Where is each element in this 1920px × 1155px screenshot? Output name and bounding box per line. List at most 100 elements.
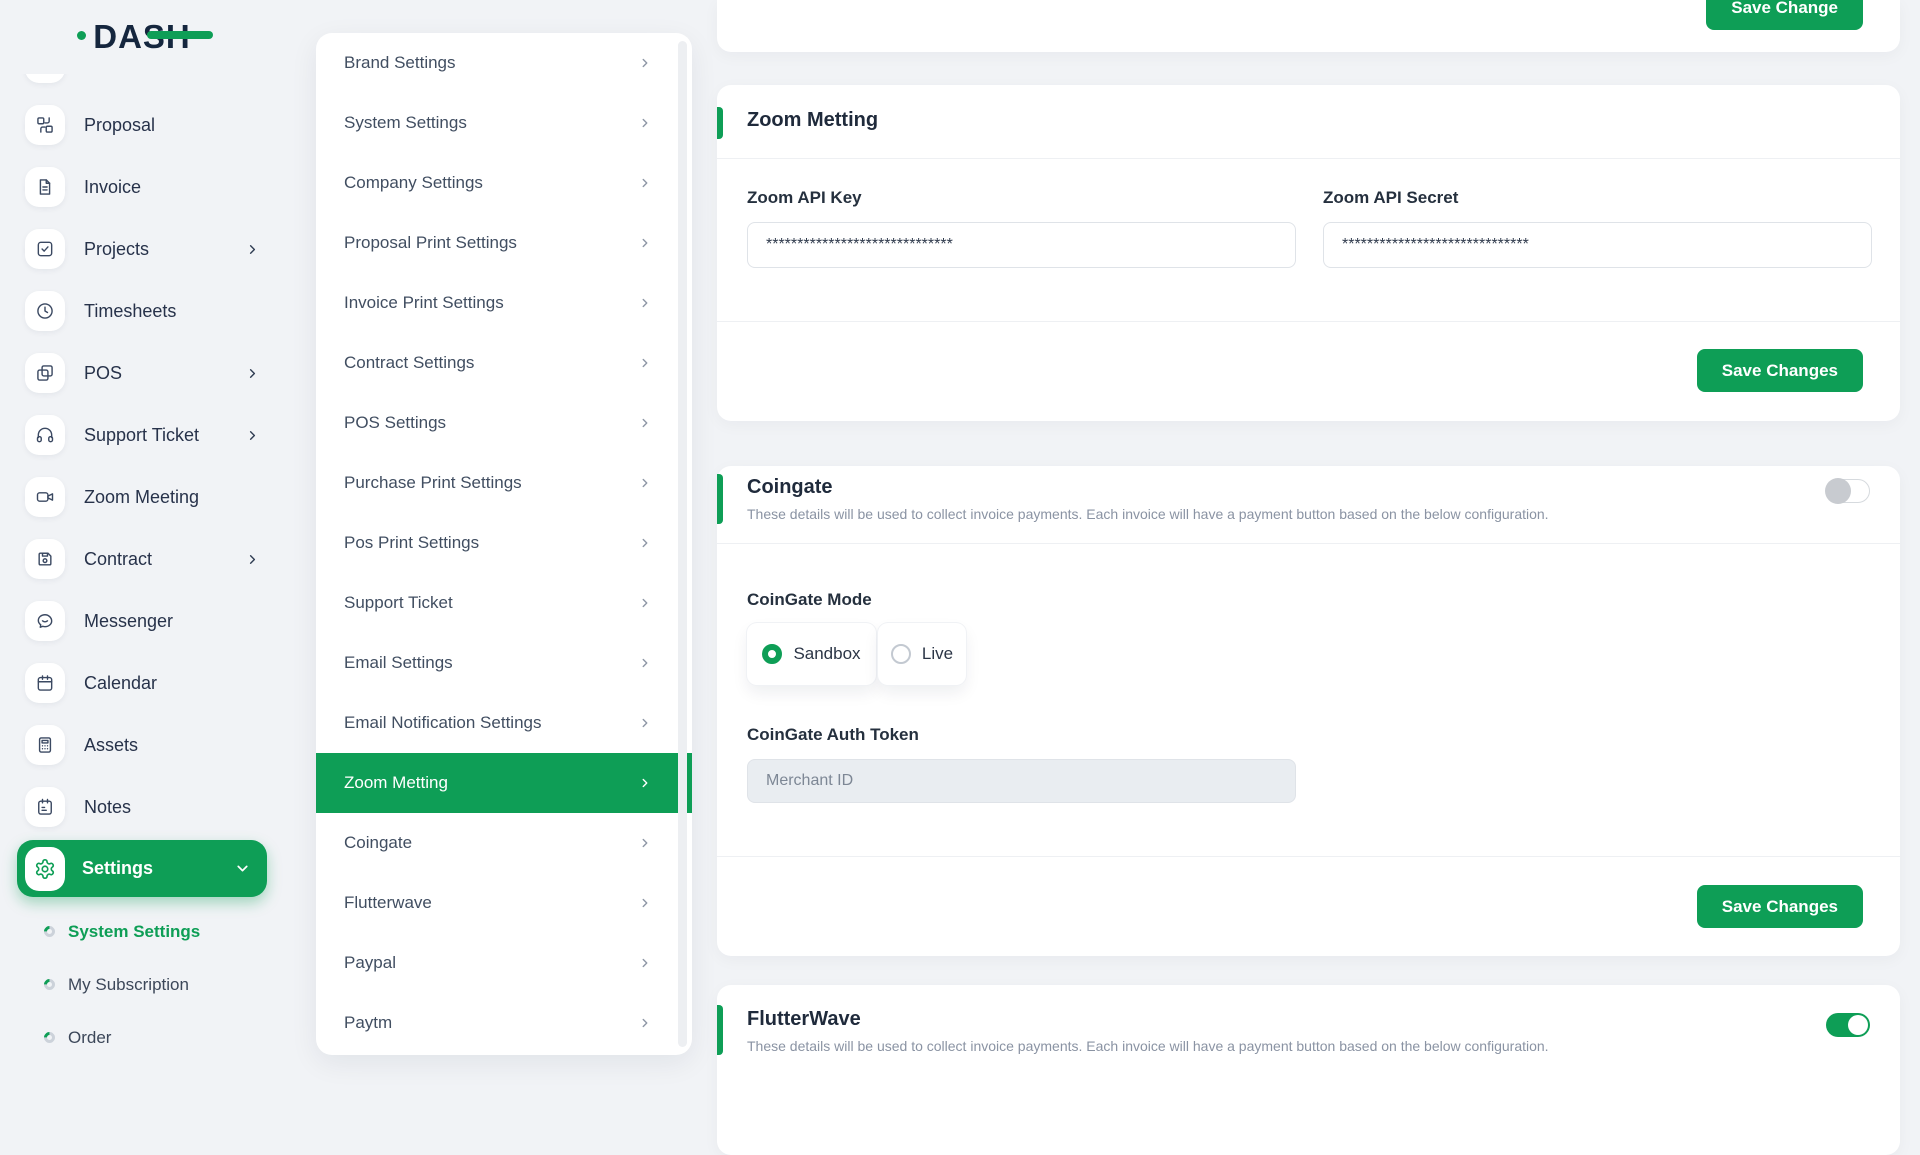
settings-menu-item-support-ticket[interactable]: Support Ticket [316, 573, 692, 633]
divider [717, 543, 1900, 544]
calendar-icon [25, 663, 65, 703]
accent-bar [717, 474, 723, 524]
flutterwave-card: FlutterWave These details will be used t… [717, 985, 1900, 1155]
chevron-right-icon [245, 428, 260, 443]
card-title: Zoom Metting [747, 109, 878, 132]
radio-label: Live [922, 644, 953, 664]
sidebar-item-label: Contract [84, 549, 245, 570]
radio-unselected-icon [891, 644, 911, 664]
headphones-icon [25, 415, 65, 455]
accent-bar [717, 107, 723, 139]
settings-menu-item-label: Email Settings [344, 653, 453, 673]
sidebar-item-notes[interactable]: Notes [0, 776, 284, 838]
sidebar-item-projects[interactable]: Projects [0, 218, 284, 280]
card-description: These details will be used to collect in… [747, 1038, 1549, 1054]
settings-menu-scrollbar[interactable] [678, 41, 687, 1047]
settings-menu-item-brand-settings[interactable]: Brand Settings [316, 33, 692, 93]
coingate-mode-sandbox-option[interactable]: Sandbox [747, 623, 876, 685]
logo-dot-icon [77, 31, 86, 40]
sidebar-item-contract[interactable]: Contract [0, 528, 284, 590]
divider [717, 321, 1900, 322]
workflow-icon [25, 105, 65, 145]
sidebar-item-label: POS [84, 363, 245, 384]
settings-menu-item-label: Company Settings [344, 173, 483, 193]
settings-menu-item-label: Coingate [344, 833, 412, 853]
coingate-mode-live-option[interactable]: Live [878, 623, 966, 685]
chevron-right-icon [638, 596, 652, 610]
sidebar-item-label: Notes [84, 797, 284, 818]
settings-menu-item-label: Brand Settings [344, 53, 456, 73]
settings-menu-item-paytm[interactable]: Paytm [316, 993, 692, 1053]
subnav-item-my-subscription[interactable]: My Subscription [0, 958, 284, 1011]
chevron-right-icon [638, 956, 652, 970]
settings-menu-item-label: Paytm [344, 1013, 392, 1033]
sidebar-item-settings[interactable]: Settings [0, 838, 284, 900]
zoom-api-key-label: Zoom API Key [747, 188, 862, 208]
bullet-icon [42, 1030, 58, 1046]
subnav-item-label: Order [68, 1028, 111, 1048]
coingate-auth-token-input[interactable] [747, 759, 1296, 803]
copy-squares-icon [25, 353, 65, 393]
settings-menu-panel: Brand Settings System Settings Company S… [316, 33, 692, 1055]
settings-menu-item-purchase-print-settings[interactable]: Purchase Print Settings [316, 453, 692, 513]
settings-menu-item-zoom-metting[interactable]: Zoom Metting [316, 753, 692, 813]
chevron-right-icon [638, 1016, 652, 1030]
sidebar-item-label: Invoice [84, 177, 284, 198]
settings-menu-item-label: POS Settings [344, 413, 446, 433]
chevron-right-icon [638, 716, 652, 730]
sidebar-item-label: Timesheets [84, 301, 284, 322]
settings-menu-item-contract-settings[interactable]: Contract Settings [316, 333, 692, 393]
settings-menu-item-label: Invoice Print Settings [344, 293, 504, 313]
settings-menu-item-label: Pos Print Settings [344, 533, 479, 553]
logo-dash-icon [147, 31, 213, 39]
bullet-icon [42, 977, 58, 993]
zoom-api-key-input[interactable] [747, 222, 1296, 268]
video-camera-icon [25, 477, 65, 517]
app-logo[interactable]: DASH [0, 0, 284, 74]
sidebar-item-assets[interactable]: Assets [0, 714, 284, 776]
sidebar-item-label: Proposal [84, 115, 284, 136]
settings-menu-item-coingate[interactable]: Coingate [316, 813, 692, 873]
calculator-icon [25, 725, 65, 765]
sidebar-item-zoom-meeting[interactable]: Zoom Meeting [0, 466, 284, 528]
save-changes-button[interactable]: Save Changes [1697, 349, 1863, 392]
settings-menu-item-proposal-print-settings[interactable]: Proposal Print Settings [316, 213, 692, 273]
save-changes-button[interactable]: Save Changes [1697, 885, 1863, 928]
settings-menu-item-email-settings[interactable]: Email Settings [316, 633, 692, 693]
radio-selected-icon [762, 644, 782, 664]
settings-menu-item-invoice-print-settings[interactable]: Invoice Print Settings [316, 273, 692, 333]
zoom-api-secret-label: Zoom API Secret [1323, 188, 1458, 208]
card-description: These details will be used to collect in… [747, 506, 1549, 522]
settings-menu-item-flutterwave[interactable]: Flutterwave [316, 873, 692, 933]
settings-menu-item-system-settings[interactable]: System Settings [316, 93, 692, 153]
sidebar-item-pos[interactable]: POS [0, 342, 284, 404]
subnav-item-system-settings[interactable]: System Settings [0, 905, 284, 958]
floppy-disk-icon [25, 539, 65, 579]
save-change-button[interactable]: Save Change [1706, 0, 1863, 30]
sidebar-item-calendar[interactable]: Calendar [0, 652, 284, 714]
chevron-right-icon [638, 476, 652, 490]
gear-icon [25, 847, 65, 891]
sidebar-item-timesheets[interactable]: Timesheets [0, 280, 284, 342]
settings-menu-item-label: Email Notification Settings [344, 713, 541, 733]
settings-menu-item-label: Contract Settings [344, 353, 474, 373]
notepad-icon [25, 787, 65, 827]
chevron-right-icon [245, 552, 260, 567]
zoom-api-secret-input[interactable] [1323, 222, 1872, 268]
settings-menu-item-email-notification-settings[interactable]: Email Notification Settings [316, 693, 692, 753]
coingate-toggle[interactable] [1826, 479, 1870, 503]
settings-menu-item-company-settings[interactable]: Company Settings [316, 153, 692, 213]
settings-menu-item-pos-print-settings[interactable]: Pos Print Settings [316, 513, 692, 573]
sidebar-item-proposal[interactable]: Proposal [0, 94, 284, 156]
subnav-item-label: My Subscription [68, 975, 189, 995]
sidebar-item-support-ticket[interactable]: Support Ticket [0, 404, 284, 466]
subnav-item-order[interactable]: Order [0, 1011, 284, 1064]
settings-menu-item-pos-settings[interactable]: POS Settings [316, 393, 692, 453]
sidebar-item-messenger[interactable]: Messenger [0, 590, 284, 652]
settings-menu-item-paypal[interactable]: Paypal [316, 933, 692, 993]
sidebar-item-invoice[interactable]: Invoice [0, 156, 284, 218]
chevron-right-icon [638, 656, 652, 670]
flutterwave-toggle[interactable] [1826, 1013, 1870, 1037]
coingate-mode-label: CoinGate Mode [747, 590, 872, 610]
sidebar-item-label: Settings [82, 858, 234, 879]
